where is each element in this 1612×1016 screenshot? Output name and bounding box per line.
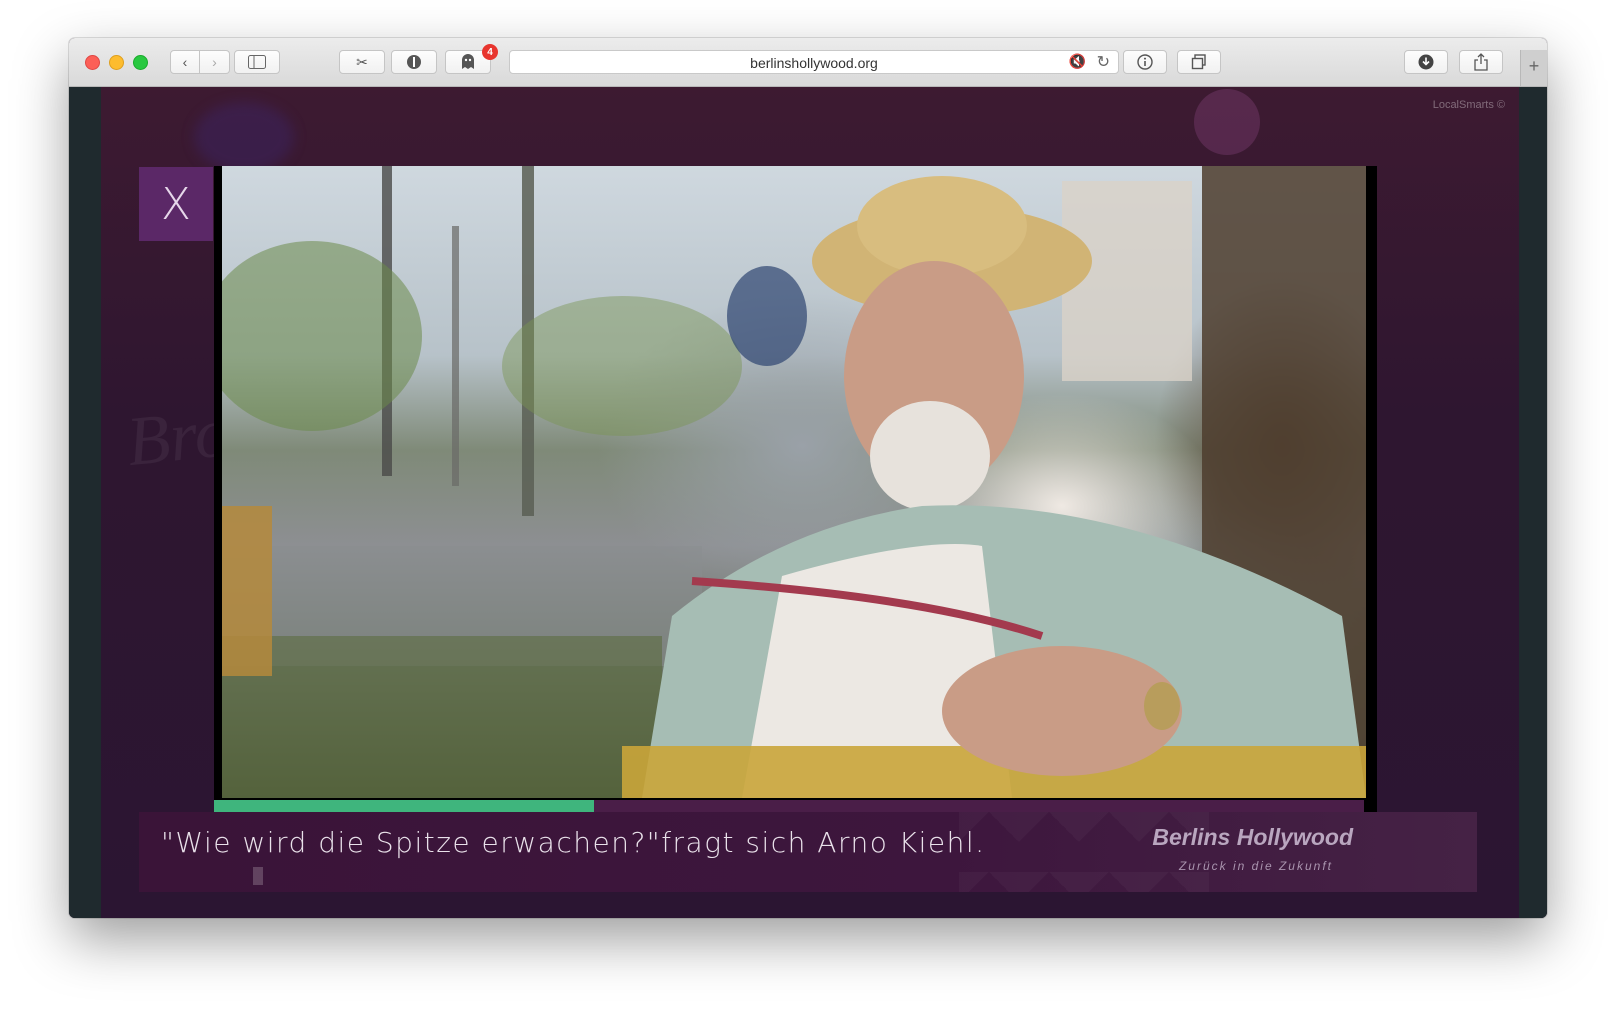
share-icon bbox=[1474, 53, 1488, 71]
share-button[interactable] bbox=[1459, 50, 1503, 74]
corner-credit[interactable]: LocalSmarts © bbox=[1433, 99, 1505, 111]
privacy-extension-button[interactable] bbox=[391, 50, 437, 74]
plus-icon: + bbox=[1528, 56, 1540, 76]
ghost-icon bbox=[462, 54, 474, 69]
window-close-button[interactable] bbox=[85, 55, 100, 70]
info-icon bbox=[1137, 54, 1153, 70]
window-minimize-button[interactable] bbox=[109, 55, 124, 70]
navigation-group: ‹ › bbox=[170, 50, 230, 74]
tabs-icon bbox=[1191, 54, 1206, 70]
brand-logo-title: Berlins Hollywood bbox=[1152, 824, 1353, 850]
page-viewport: Brot LocalSmarts © X "Wie wird die Spitz… bbox=[69, 87, 1547, 918]
notification-badge: 4 bbox=[482, 44, 498, 60]
downloads-button[interactable] bbox=[1404, 50, 1448, 74]
reload-icon[interactable]: ↻ bbox=[1097, 52, 1110, 72]
page-margin-right bbox=[1519, 87, 1547, 918]
new-tab-button[interactable]: + bbox=[1520, 50, 1547, 86]
browser-window: ‹ › ✂ 4 berlinshollywood.org 🔇 ↻ + Brot … bbox=[69, 38, 1547, 918]
background-balloon bbox=[1194, 89, 1260, 155]
video-caption: "Wie wird die Spitze erwachen?"fragt sic… bbox=[161, 826, 986, 859]
brand-logo-subtitle: Zurück in die Zukunft bbox=[1178, 859, 1333, 873]
address-bar[interactable]: berlinshollywood.org 🔇 ↻ bbox=[509, 50, 1119, 74]
video-scene bbox=[222, 166, 1366, 798]
download-icon bbox=[1418, 54, 1434, 70]
scissors-icon: ✂ bbox=[356, 53, 368, 70]
back-button[interactable]: ‹ bbox=[170, 50, 200, 74]
video-player[interactable] bbox=[214, 166, 1377, 812]
chevron-right-icon: › bbox=[212, 54, 217, 70]
scroll-indicator bbox=[253, 867, 263, 885]
shield-icon bbox=[407, 55, 421, 69]
browser-toolbar: ‹ › ✂ 4 berlinshollywood.org 🔇 ↻ + bbox=[69, 38, 1547, 87]
video-frame-image[interactable] bbox=[222, 166, 1366, 798]
muted-speaker-icon[interactable]: 🔇 bbox=[1069, 53, 1086, 70]
close-video-button[interactable]: X bbox=[139, 167, 213, 241]
caption-bar: "Wie wird die Spitze erwachen?"fragt sic… bbox=[139, 812, 1477, 892]
chevron-left-icon: ‹ bbox=[182, 54, 188, 70]
window-maximize-button[interactable] bbox=[133, 55, 148, 70]
tabs-overview-button[interactable] bbox=[1177, 50, 1221, 74]
sidebar-icon bbox=[248, 55, 266, 69]
clipper-extension-button[interactable]: ✂ bbox=[339, 50, 385, 74]
url-text: berlinshollywood.org bbox=[750, 55, 878, 71]
info-button[interactable] bbox=[1123, 50, 1167, 74]
page-margin-left bbox=[69, 87, 101, 918]
ghostery-extension-button[interactable]: 4 bbox=[445, 44, 498, 74]
background-decoration bbox=[194, 102, 294, 172]
forward-button[interactable]: › bbox=[200, 50, 230, 74]
sidebar-toggle-button[interactable] bbox=[234, 50, 280, 74]
